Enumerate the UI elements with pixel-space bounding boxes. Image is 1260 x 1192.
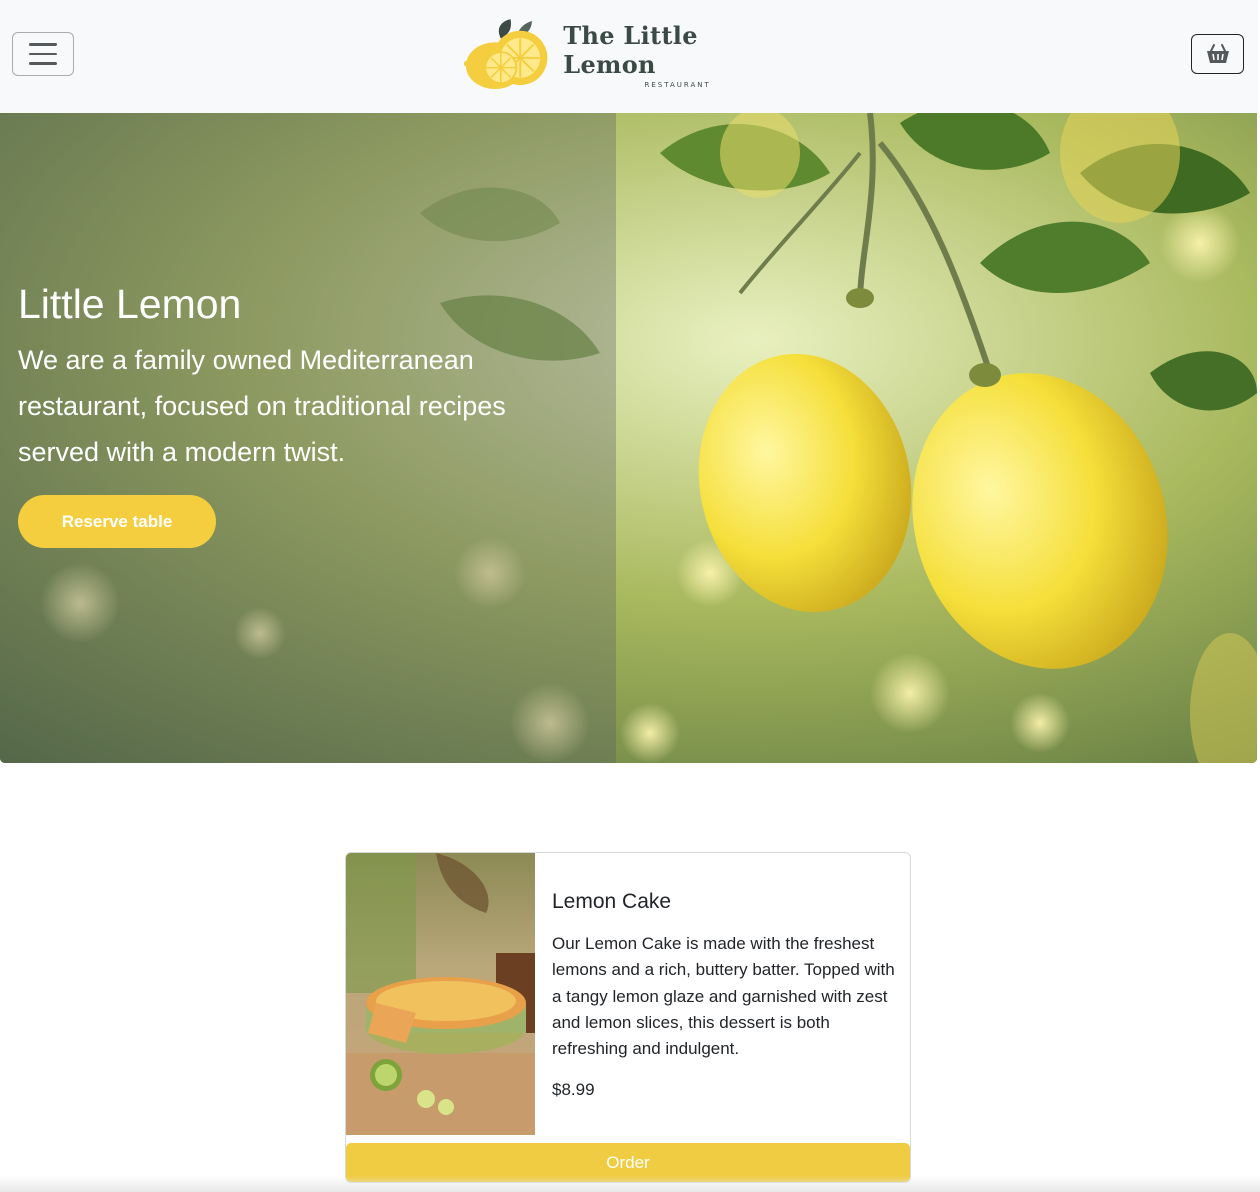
navbar: The Little Lemon RESTAURANT	[0, 0, 1258, 113]
dish-card: Lemon Cake Our Lemon Cake is made with t…	[345, 852, 911, 1183]
hamburger-menu-icon	[29, 43, 57, 46]
cart-button[interactable]	[1191, 34, 1244, 74]
hero-description: We are a family owned Mediterranean rest…	[18, 345, 506, 467]
dish-description: Our Lemon Cake is made with the freshest…	[552, 934, 895, 1059]
menu-toggle-button[interactable]	[12, 32, 74, 76]
reserve-table-button[interactable]: Reserve table	[18, 495, 216, 548]
basket-icon	[1206, 44, 1229, 63]
lemon-cake-image	[346, 853, 535, 1135]
page-bottom-edge	[0, 1176, 1260, 1192]
brand-logo-link[interactable]: The Little Lemon RESTAURANT	[462, 16, 792, 94]
lemon-logo-icon	[463, 19, 548, 89]
dish-price: $8.99	[552, 1080, 595, 1100]
hero-content: Little Lemon We are a family owned Medit…	[18, 281, 578, 548]
brand-title: The Little Lemon	[563, 21, 698, 79]
brand-subtitle: RESTAURANT	[644, 81, 711, 89]
hero-section: Little Lemon We are a family owned Medit…	[0, 113, 1257, 763]
dish-title: Lemon Cake	[552, 890, 672, 913]
hero-title: Little Lemon	[18, 281, 242, 327]
dish-card-body: Lemon Cake Our Lemon Cake is made with t…	[552, 889, 897, 1100]
